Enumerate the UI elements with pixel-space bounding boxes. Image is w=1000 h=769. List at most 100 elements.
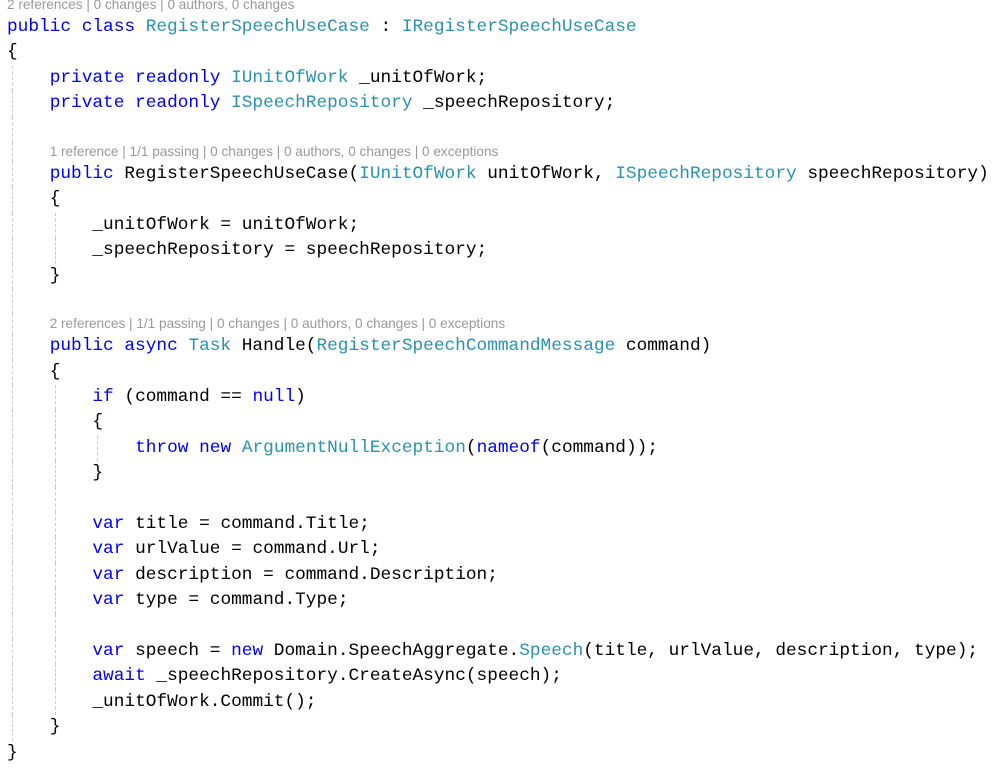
type-token: RegisterSpeechCommandMessage	[316, 336, 616, 357]
indent-guide	[12, 613, 13, 639]
code-token: _speechRepository;	[412, 93, 616, 114]
code-token: Domain.SpeechAggregate.	[263, 640, 520, 661]
indent-guide	[12, 288, 13, 315]
code-token: (command ==	[113, 387, 253, 408]
code-text: throw new ArgumentNullException(nameof(c…	[135, 436, 658, 461]
codelens-text[interactable]: 2 references | 1/1 passing | 0 changes |…	[50, 314, 505, 334]
type-token: ArgumentNullException	[241, 437, 466, 458]
indent-guide	[12, 461, 13, 487]
code-token: {	[49, 361, 61, 382]
type-token: IRegisterSpeechUseCase	[401, 17, 637, 37]
code-text: var type = command.Type;	[92, 588, 348, 613]
blank-line	[0, 116, 1000, 142]
code-line: {	[0, 187, 1000, 213]
code-token: title = command.Title;	[124, 514, 370, 535]
code-line: var title = command.Title;	[0, 512, 1000, 538]
type-token: IUnitOfWork	[231, 67, 349, 88]
code-text: private readonly ISpeechRepository _spee…	[50, 91, 616, 116]
code-line: public RegisterSpeechUseCase(IUnitOfWork…	[0, 161, 1000, 188]
code-line: if (command == null)	[0, 385, 1000, 411]
indent-guide	[12, 334, 13, 360]
code-line: throw new ArgumentNullException(nameof(c…	[0, 435, 1000, 462]
code-text: public async Task Handle(RegisterSpeechC…	[50, 334, 712, 359]
code-token: :	[369, 17, 402, 37]
indent-guide	[12, 385, 13, 411]
indent-guide	[54, 238, 56, 264]
code-line: var description = command.Description;	[0, 562, 1000, 589]
indent-guide	[54, 613, 56, 639]
code-line: }	[0, 741, 1000, 766]
type-token: IUnitOfWork	[359, 163, 477, 184]
code-line: }	[0, 263, 1000, 289]
indent-guide	[12, 562, 13, 589]
indent-guide	[12, 314, 13, 335]
keyword-token: var	[92, 514, 125, 535]
code-text: }	[92, 461, 103, 486]
type-token: ISpeechRepository	[231, 93, 413, 114]
indent-guide	[12, 263, 13, 289]
code-token: speechRepository)	[796, 163, 989, 184]
code-token: _unitOfWork;	[348, 67, 488, 88]
code-text: await _speechRepository.CreateAsync(spee…	[92, 664, 562, 689]
blank-line	[0, 486, 1000, 513]
indent-guide	[12, 212, 13, 239]
code-text: }	[50, 264, 61, 289]
indent-guide	[12, 410, 13, 436]
indent-guide	[12, 664, 13, 690]
blank-line	[0, 613, 1000, 639]
code-token: _speechRepository = speechRepository;	[92, 240, 488, 261]
keyword-token: null	[252, 387, 296, 408]
code-token: description = command.Description;	[124, 564, 498, 585]
keyword-token: public class	[7, 17, 146, 37]
keyword-token: throw new	[135, 437, 242, 458]
codelens-info[interactable]: 2 references | 1/1 passing | 0 changes |…	[0, 314, 1000, 335]
indent-guide	[12, 187, 13, 213]
code-line: var speech = new Domain.SpeechAggregate.…	[0, 638, 1000, 665]
code-text: public RegisterSpeechUseCase(IUnitOfWork…	[50, 162, 989, 187]
type-token: Speech	[519, 640, 584, 661]
codelens-text[interactable]: 2 references | 0 changes | 0 authors, 0 …	[7, 0, 294, 15]
keyword-token: var	[92, 590, 125, 611]
indent-guide	[12, 689, 13, 716]
code-text: _unitOfWork.Commit();	[92, 690, 316, 715]
code-line: _unitOfWork = unitOfWork;	[0, 212, 1000, 239]
indent-guide	[12, 359, 13, 386]
code-line: {	[0, 359, 1000, 386]
codelens-info[interactable]: 1 reference | 1/1 passing | 0 changes | …	[0, 141, 1000, 162]
keyword-token: var	[92, 564, 125, 585]
code-text: _speechRepository = speechRepository;	[92, 238, 487, 263]
code-token: (title, urlValue, description, type);	[583, 640, 979, 661]
code-token: urlValue = command.Url;	[124, 539, 381, 560]
code-line: }	[0, 461, 1000, 487]
type-token: ISpeechRepository	[615, 163, 797, 184]
code-token: unitOfWork,	[476, 163, 616, 184]
indent-guide	[12, 91, 13, 117]
code-token: (command));	[540, 437, 658, 458]
code-token: }	[92, 463, 104, 484]
indent-guide	[12, 537, 13, 563]
code-line: {	[0, 410, 1000, 436]
indent-guide	[54, 212, 56, 239]
codelens-info[interactable]: 2 references | 0 changes | 0 authors, 0 …	[0, 0, 1000, 15]
code-text: var title = command.Title;	[92, 512, 369, 537]
code-line: }	[0, 715, 1000, 741]
code-text: public class RegisterSpeechUseCase : IRe…	[7, 15, 637, 40]
indent-guide	[54, 689, 56, 716]
code-token: _unitOfWork = unitOfWork;	[92, 214, 360, 235]
code-token: (	[465, 437, 477, 458]
code-text: {	[50, 187, 61, 212]
indent-guide	[54, 435, 56, 462]
indent-guide	[12, 638, 13, 665]
code-line: _unitOfWork.Commit();	[0, 689, 1000, 716]
code-editor[interactable]: 2 references | 0 changes | 0 authors, 0 …	[0, 0, 1000, 766]
indent-guide	[12, 512, 13, 538]
codelens-text[interactable]: 1 reference | 1/1 passing | 0 changes | …	[50, 142, 499, 162]
code-token: {	[92, 412, 104, 433]
code-text: var urlValue = command.Url;	[92, 537, 380, 562]
code-token: speech =	[124, 640, 232, 661]
code-text: if (command == null)	[92, 385, 305, 410]
code-token: {	[49, 189, 61, 210]
code-token: Handle(	[231, 336, 317, 357]
indent-guide	[12, 116, 13, 142]
code-line: private readonly IUnitOfWork _unitOfWork…	[0, 65, 1000, 92]
